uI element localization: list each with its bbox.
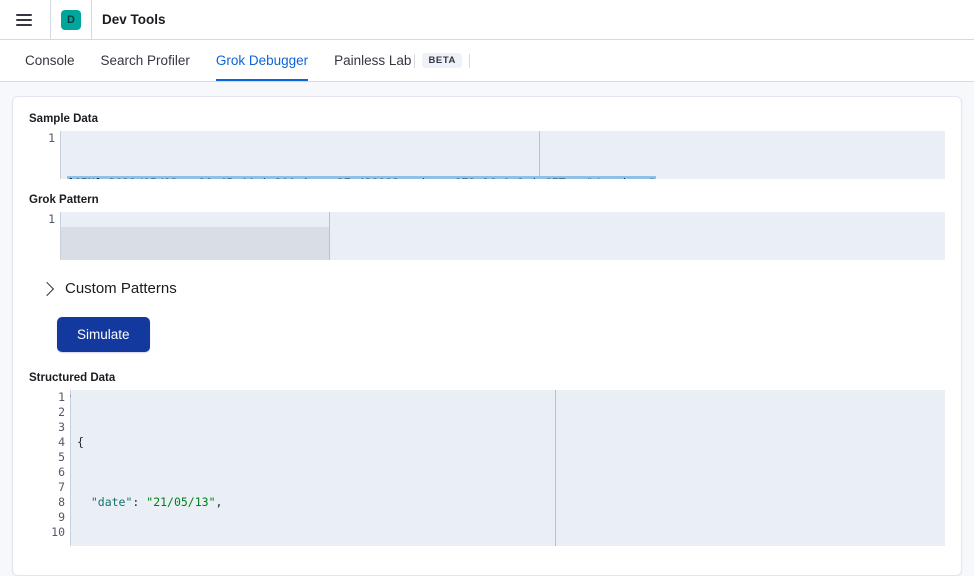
grok-debugger-panel: Sample Data 1 [GIN] 2021/05/13 - 18:45:4… (12, 96, 962, 576)
code-line: { (77, 435, 945, 450)
gutter-line: 8 (29, 495, 65, 510)
sample-data-content[interactable]: [GIN] 2021/05/13 - 18:45:44 | 200 | 37.4… (61, 131, 945, 180)
gutter-line: 7 (29, 480, 65, 495)
line-number: 6 (58, 465, 65, 480)
custom-patterns-accordion[interactable]: Custom Patterns (39, 280, 177, 298)
line-number: 9 (58, 510, 65, 525)
gutter-line: 10 (29, 525, 65, 540)
json-colon: : (132, 495, 147, 510)
line-number: 10 (51, 525, 65, 540)
app-title: Dev Tools (102, 12, 166, 27)
hamburger-bar (16, 13, 32, 16)
line-number: 8 (58, 495, 65, 510)
line-number: 2 (58, 405, 65, 420)
gutter-line: 3 (29, 420, 65, 435)
tab-label: Search Profiler (100, 53, 190, 68)
structured-data-editor[interactable]: 1 ▾ 2 3 4 5 6 7 8 9 10 { "date": "2 (29, 390, 945, 547)
grok-pattern-label: Grok Pattern (29, 194, 99, 207)
badge-divider (414, 53, 416, 68)
grok-pattern-content[interactable]: MBER:status} \| %{SPACE} %{NUMBER:reques… (61, 212, 945, 261)
header-divider (50, 0, 51, 40)
sample-data-label: Sample Data (29, 113, 99, 125)
app-header: D Dev Tools (0, 0, 974, 40)
structured-data-gutter: 1 ▾ 2 3 4 5 6 7 8 9 10 (29, 390, 74, 547)
print-margin-ruler (555, 390, 556, 547)
sample-data-gutter: 1 (29, 131, 61, 180)
structured-data-section: Structured Data 1 ▾ 2 3 4 5 6 7 8 9 10 (29, 370, 945, 547)
line-number: 5 (58, 450, 65, 465)
beta-badge-wrap: BETA (411, 53, 471, 68)
json-key: "date" (90, 495, 133, 510)
custom-patterns-label: Custom Patterns (65, 280, 177, 298)
json-comma: , (215, 495, 223, 510)
app-logo[interactable]: D (61, 9, 81, 30)
line-number: 4 (58, 435, 65, 450)
print-margin-ruler (539, 131, 540, 180)
gutter-line: 5 (29, 450, 65, 465)
structured-data-content[interactable]: { "date": "21/05/13", "unit": "ms", "req… (71, 390, 945, 547)
hamburger-menu-icon[interactable] (8, 4, 40, 36)
line-number: 1 (58, 390, 65, 405)
gutter-line: 4 (29, 435, 65, 450)
tab-painless-lab[interactable]: Painless Lab BETA (321, 40, 483, 81)
badge-divider (469, 53, 471, 68)
chevron-right-icon (39, 281, 55, 296)
print-margin-ruler (329, 212, 330, 261)
json-open-brace: { (77, 435, 84, 450)
gutter-line: 2 (29, 405, 65, 420)
sample-data-editor[interactable]: 1 [GIN] 2021/05/13 - 18:45:44 | 200 | 37… (29, 131, 945, 180)
page-body: Sample Data 1 [GIN] 2021/05/13 - 18:45:4… (0, 82, 974, 576)
tab-label: Console (25, 53, 75, 68)
line-number: 1 (48, 131, 55, 146)
json-entry: "date": "21/05/13", (77, 495, 945, 510)
line-number: 3 (58, 420, 65, 435)
tab-label: Painless Lab (334, 53, 412, 68)
sample-data-value: [GIN] 2021/05/13 - 18:45:44 | 200 | 37.4… (67, 176, 656, 180)
header-divider (91, 0, 92, 40)
status-badge: BETA (422, 53, 463, 68)
tab-label: Grok Debugger (215, 53, 309, 68)
gutter-line: 6 (29, 465, 65, 480)
tab-grok-debugger[interactable]: Grok Debugger (203, 40, 321, 81)
gutter-line: 9 (29, 510, 65, 525)
tab-bar: Console Search Profiler Grok Debugger Pa… (0, 40, 974, 82)
grok-pattern-editor[interactable]: 1 MBER:status} \| %{SPACE} %{NUMBER:requ… (29, 212, 945, 261)
structured-data-label: Structured Data (29, 372, 116, 385)
json-value: "21/05/13" (146, 495, 216, 510)
line-number: 1 (48, 212, 55, 227)
hamburger-bar (16, 18, 32, 21)
tab-search-profiler[interactable]: Search Profiler (88, 40, 203, 81)
gutter-line: 1 ▾ (29, 390, 74, 405)
hamburger-bar (16, 23, 32, 26)
simulate-button[interactable]: Simulate (57, 317, 150, 353)
tab-console[interactable]: Console (12, 40, 88, 81)
code-line: [GIN] 2021/05/13 - 18:45:44 | 200 | 37.4… (67, 176, 945, 180)
line-number: 7 (58, 480, 65, 495)
grok-pattern-gutter: 1 (29, 212, 61, 261)
editor-highlight-block (61, 227, 329, 261)
